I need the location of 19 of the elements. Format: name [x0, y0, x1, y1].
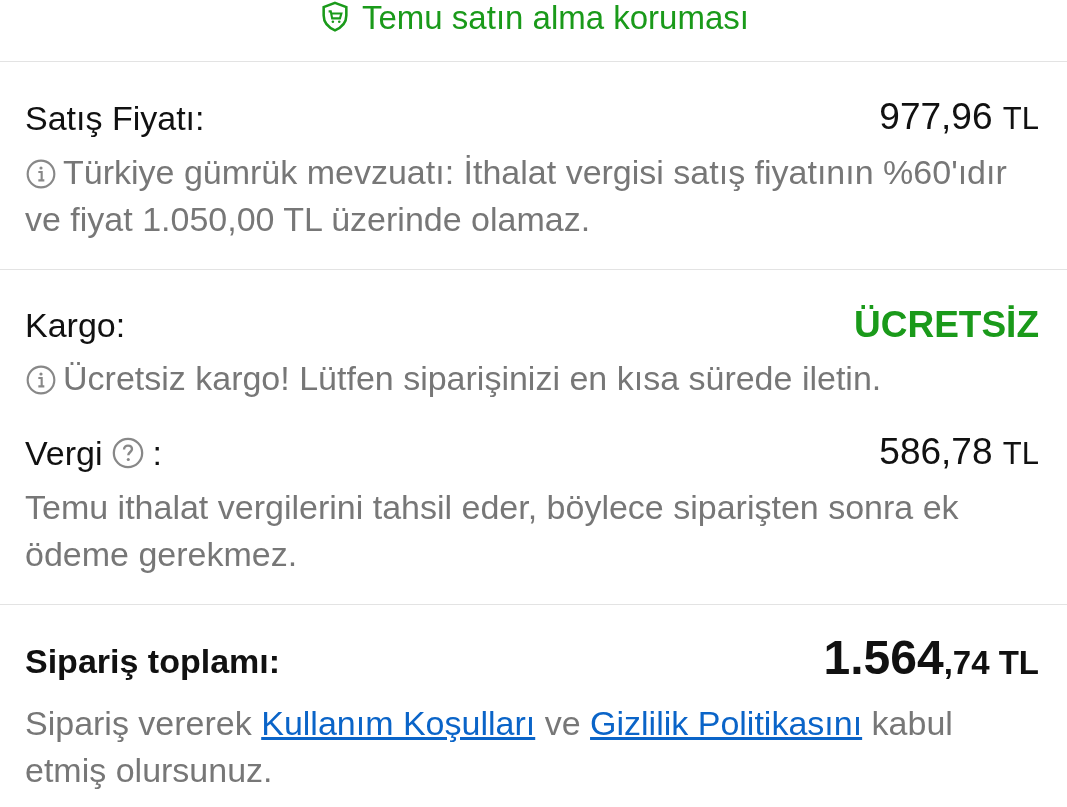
row-label: Kargo: — [25, 305, 126, 345]
note-text: Temu ithalat vergilerini tahsil eder, böylece siparişten sonra ek ödeme gerekmez. — [25, 488, 959, 573]
note-text: Ücretsiz kargo! Lütfen siparişinizi en kısa sürede iletin. — [25, 359, 882, 397]
terms-link[interactable]: Gizlilik Politikasını — [590, 704, 863, 742]
total-amount: 1.564,74 TL — [823, 633, 1039, 686]
row-label: Satış Fiyatı: — [25, 98, 205, 138]
total-label: Sipariş toplamı: — [25, 640, 281, 681]
terms-link[interactable]: Kullanım Koşulları — [261, 704, 536, 742]
price-amount: 586,78 TL — [879, 432, 1039, 474]
protection-label: Temu satın alma koruması — [362, 0, 749, 36]
price-amount: 977,96 TL — [879, 97, 1039, 139]
row-label: Vergi — [25, 433, 103, 473]
info-icon — [25, 158, 57, 190]
note-text: Türkiye gümrük mevzuatı: İthalat vergisi satış fiyatının %60'ıdır ve fiyat 1.050,00 TL üzerinde olamaz. — [25, 153, 1007, 238]
terms-text: Sipariş vererek Kullanım Koşulları ve Gizlilik Politikasını kabul etmiş olursunuz. — [25, 703, 954, 791]
free-shipping-value: ÜCRETSİZ — [854, 305, 1039, 345]
colon: : — [152, 433, 162, 473]
info-icon — [25, 364, 57, 396]
help-icon[interactable] — [110, 436, 145, 470]
